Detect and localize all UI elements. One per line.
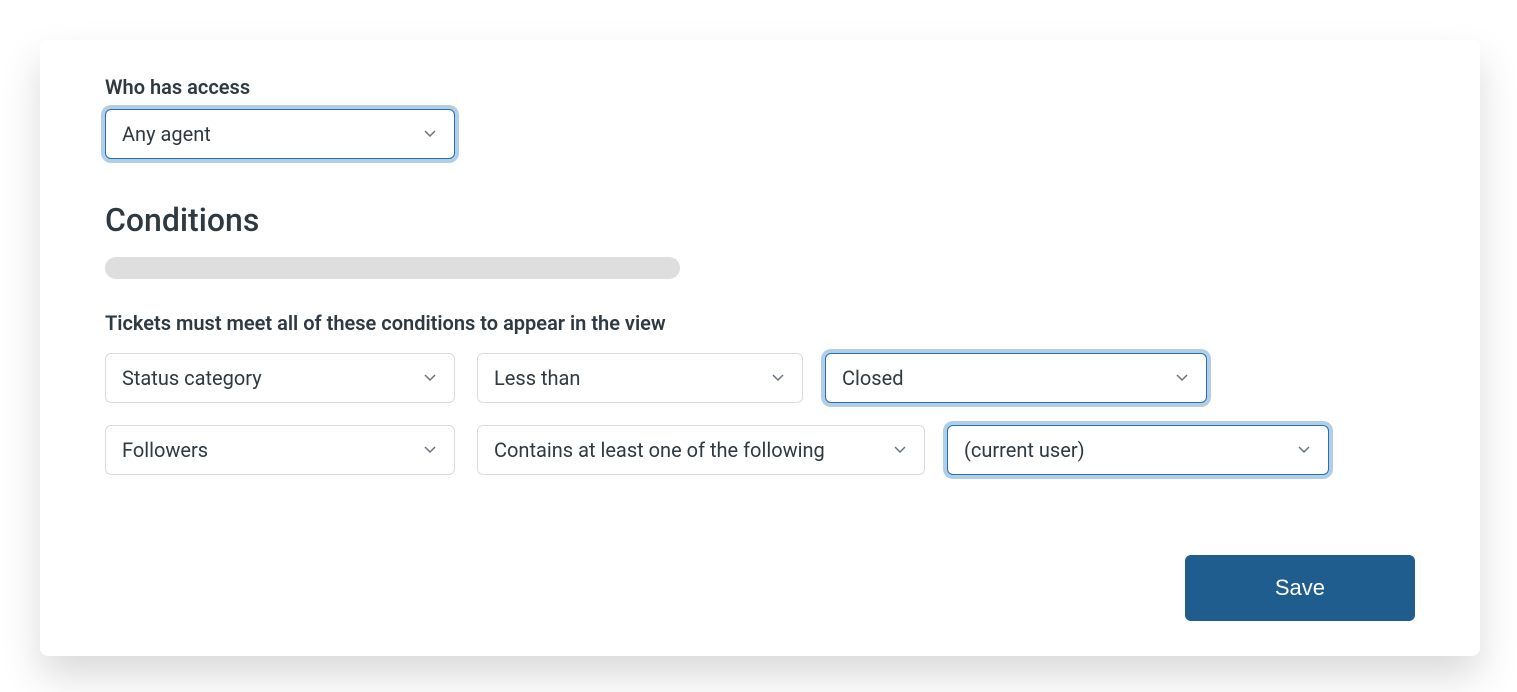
- condition-row: Followers Contains at least one of the f…: [105, 425, 1415, 475]
- chevron-down-icon: [1296, 438, 1312, 462]
- condition-value-select[interactable]: (current user): [947, 425, 1329, 475]
- condition-value: (current user): [964, 438, 1085, 462]
- condition-field-value: Followers: [122, 438, 208, 462]
- chevron-down-icon: [422, 122, 438, 146]
- condition-operator-select[interactable]: Less than: [477, 353, 803, 403]
- conditions-rows: Status category Less than Closed Fol: [105, 353, 1415, 475]
- save-button[interactable]: Save: [1185, 555, 1415, 621]
- condition-value-select[interactable]: Closed: [825, 353, 1207, 403]
- condition-row: Status category Less than Closed: [105, 353, 1415, 403]
- access-label: Who has access: [105, 75, 1415, 99]
- condition-operator-value: Contains at least one of the following: [494, 438, 825, 462]
- condition-operator-select[interactable]: Contains at least one of the following: [477, 425, 925, 475]
- chevron-down-icon: [422, 438, 438, 462]
- condition-field-select[interactable]: Status category: [105, 353, 455, 403]
- access-section: Who has access Any agent: [105, 75, 1415, 159]
- conditions-all-subheading: Tickets must meet all of these condition…: [105, 311, 1415, 335]
- chevron-down-icon: [892, 438, 908, 462]
- chevron-down-icon: [1174, 366, 1190, 390]
- condition-field-value: Status category: [122, 366, 262, 390]
- redacted-placeholder: [105, 257, 680, 279]
- chevron-down-icon: [422, 366, 438, 390]
- view-settings-panel: Who has access Any agent Conditions Tick…: [40, 40, 1480, 656]
- condition-value: Closed: [842, 366, 904, 390]
- access-select[interactable]: Any agent: [105, 109, 455, 159]
- footer: Save: [105, 555, 1415, 621]
- chevron-down-icon: [770, 366, 786, 390]
- condition-field-select[interactable]: Followers: [105, 425, 455, 475]
- condition-operator-value: Less than: [494, 366, 580, 390]
- conditions-heading: Conditions: [105, 201, 1415, 239]
- access-select-value: Any agent: [122, 122, 211, 146]
